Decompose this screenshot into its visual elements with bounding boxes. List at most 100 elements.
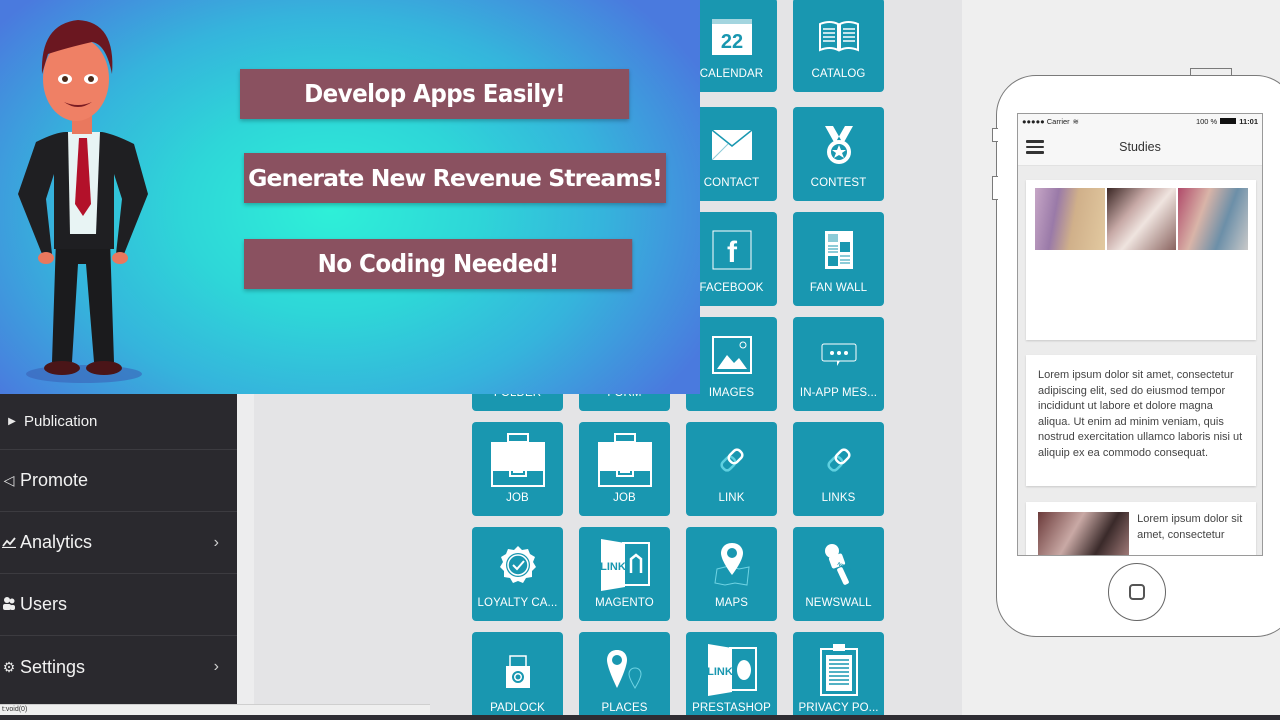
sidebar-item-settings[interactable]: ⚙ Settings › bbox=[0, 636, 237, 698]
businessman-character bbox=[18, 20, 148, 383]
clipboard-icon bbox=[793, 644, 884, 696]
phone-status-bar: ●●●●● Carrier ≋ 100 % 11:01 bbox=[1018, 114, 1262, 128]
module-tile-links[interactable]: LINKS bbox=[793, 422, 884, 516]
module-tile-maps[interactable]: MAPS bbox=[686, 527, 777, 621]
gallery-photo[interactable] bbox=[1106, 188, 1177, 250]
module-tile-label: PRIVACY PO... bbox=[798, 702, 879, 714]
battery-icon bbox=[1220, 118, 1237, 124]
phone-volume-button bbox=[992, 176, 998, 200]
briefcase-icon bbox=[472, 433, 563, 487]
module-tile-label: NEWSWALL bbox=[805, 597, 872, 609]
article-snippet: Lorem ipsum dolor sit amet, consectetur bbox=[1137, 513, 1243, 541]
sidebar: ▶ Publication ◁ Promote Analytics › User… bbox=[0, 394, 237, 704]
phone-page-title: Studies bbox=[1119, 139, 1161, 154]
places-icon bbox=[579, 646, 670, 694]
module-tile-catalog[interactable]: CATALOG bbox=[793, 0, 884, 92]
slogan-develop-apps: Develop Apps Easily! bbox=[240, 69, 630, 119]
microphone-icon: NEWS bbox=[793, 541, 884, 589]
module-tile-label: FAN WALL bbox=[809, 282, 868, 294]
sidebar-item-analytics[interactable]: Analytics › bbox=[0, 512, 237, 574]
sidebar-item-label: Publication bbox=[24, 413, 98, 430]
link-icon bbox=[686, 436, 777, 484]
svg-text:f: f bbox=[727, 236, 738, 269]
module-tile-loyalty-ca[interactable]: LOYALTY CA... bbox=[472, 527, 563, 621]
article-card[interactable]: Lorem ipsum dolor sit amet, consectetur bbox=[1026, 502, 1256, 555]
sidebar-item-label: Users bbox=[20, 594, 68, 614]
module-tile-fan-wall[interactable]: FAN WALL bbox=[793, 212, 884, 306]
module-tile-prestashop[interactable]: LINK PRESTASHOP bbox=[686, 632, 777, 720]
sidebar-item-label: Analytics bbox=[20, 532, 93, 552]
hamburger-menu-icon[interactable] bbox=[1026, 140, 1044, 154]
megaphone-icon: ◁ bbox=[3, 472, 15, 488]
sidebar-item-publication[interactable]: ▶ Publication bbox=[0, 394, 237, 450]
module-tile-label: CONTEST bbox=[810, 177, 867, 189]
gallery-photo[interactable] bbox=[1178, 188, 1249, 250]
module-tile-label: PRESTASHOP bbox=[692, 702, 771, 714]
module-tile-job[interactable]: JOB bbox=[579, 422, 670, 516]
gear-icon: ⚙ bbox=[2, 658, 16, 675]
browser-status-bar: t:void(0) bbox=[0, 704, 430, 715]
module-tile-in-app-mes[interactable]: IN-APP MES... bbox=[793, 317, 884, 411]
phone-screen: ●●●●● Carrier ≋ 100 % 11:01 Studies Lore… bbox=[1017, 113, 1263, 556]
module-tile-label: MAPS bbox=[715, 597, 748, 609]
sidebar-item-label: Promote bbox=[20, 470, 89, 490]
text-card[interactable]: Lorem ipsum dolor sit amet, consectetur … bbox=[1026, 355, 1256, 486]
briefcase-icon bbox=[579, 433, 670, 487]
carrier-label: ●●●●● Carrier bbox=[1022, 116, 1070, 126]
module-tile-places[interactable]: PLACES bbox=[579, 632, 670, 720]
content-gutter bbox=[236, 394, 254, 704]
module-tile-label: PADLOCK bbox=[490, 702, 545, 714]
magento-icon: LINK bbox=[579, 539, 670, 591]
svg-text:22: 22 bbox=[720, 31, 742, 53]
chart-line-icon bbox=[0, 535, 18, 551]
prestashop-icon: LINK bbox=[686, 644, 777, 696]
module-tile-label: LINK bbox=[718, 492, 745, 504]
module-tile-label: PLACES bbox=[601, 702, 648, 714]
sidebar-item-label: Settings bbox=[20, 656, 86, 677]
caret-right-icon: ▶ bbox=[8, 416, 16, 427]
chevron-right-icon: › bbox=[213, 533, 219, 551]
module-tile-padlock[interactable]: PADLOCK bbox=[472, 632, 563, 720]
module-tile-newswall[interactable]: NEWS NEWSWALL bbox=[793, 527, 884, 621]
chat-bubble-icon bbox=[793, 331, 884, 379]
module-tile-link[interactable]: LINK bbox=[686, 422, 777, 516]
promo-banner: Develop Apps Easily! Generate New Revenu… bbox=[0, 0, 700, 394]
home-square-icon bbox=[1129, 584, 1145, 600]
sidebar-item-users[interactable]: Users bbox=[0, 574, 237, 636]
book-icon bbox=[793, 12, 884, 60]
article-thumbnail bbox=[1038, 512, 1130, 555]
bottom-edge bbox=[0, 715, 1280, 720]
gallery-card[interactable] bbox=[1026, 180, 1256, 340]
svg-text:LINK: LINK bbox=[600, 561, 626, 573]
users-icon bbox=[0, 596, 18, 613]
phone-home-button[interactable] bbox=[1108, 563, 1166, 621]
module-tile-label: LINKS bbox=[821, 492, 856, 504]
module-tile-privacy-po[interactable]: PRIVACY PO... bbox=[793, 632, 884, 720]
padlock-icon bbox=[472, 646, 563, 694]
module-tile-label: CATALOG bbox=[811, 68, 866, 80]
lorem-paragraph: Lorem ipsum dolor sit amet, consectetur … bbox=[1038, 369, 1243, 459]
module-tile-label: IN-APP MES... bbox=[799, 387, 878, 399]
newspaper-icon bbox=[793, 226, 884, 274]
module-tile-label: MAGENTO bbox=[595, 597, 654, 609]
module-tile-label: JOB bbox=[506, 492, 529, 504]
slogan-no-coding: No Coding Needed! bbox=[244, 239, 633, 289]
module-tile-label: LOYALTY CA... bbox=[477, 597, 558, 609]
wifi-icon: ≋ bbox=[1072, 116, 1079, 126]
gallery-photo[interactable] bbox=[1035, 188, 1105, 250]
module-tile-job[interactable]: JOB bbox=[472, 422, 563, 516]
sidebar-item-promote[interactable]: ◁ Promote bbox=[0, 450, 237, 512]
badge-check-icon bbox=[472, 541, 563, 589]
chevron-right-icon: › bbox=[213, 658, 219, 675]
slogan-revenue-streams: Generate New Revenue Streams! bbox=[244, 153, 666, 203]
module-tile-contest[interactable]: CONTEST bbox=[793, 107, 884, 201]
module-tile-magento[interactable]: LINK MAGENTO bbox=[579, 527, 670, 621]
link-icon bbox=[793, 436, 884, 484]
svg-text:LINK: LINK bbox=[707, 666, 733, 678]
phone-nav-bar: Studies bbox=[1018, 128, 1262, 166]
clock: 11:01 bbox=[1239, 116, 1258, 126]
map-pin-icon bbox=[686, 541, 777, 589]
battery-percent: 100 % bbox=[1195, 116, 1218, 126]
phone-mute-switch bbox=[992, 128, 998, 142]
module-tile-label: JOB bbox=[613, 492, 636, 504]
